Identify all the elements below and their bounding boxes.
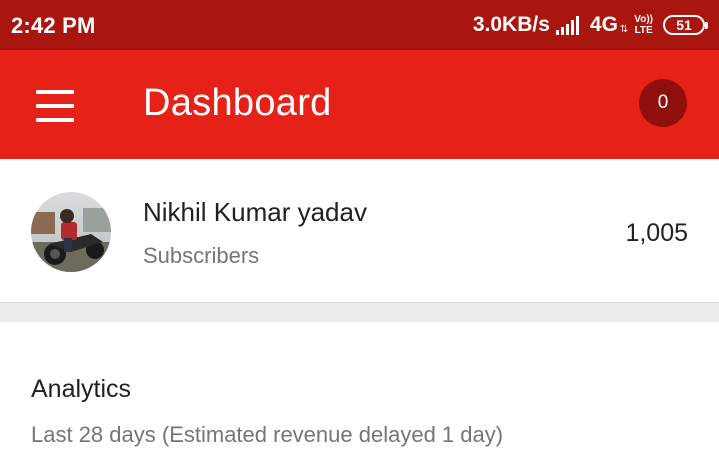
channel-name: Nikhil Kumar yadav xyxy=(143,197,367,227)
volte-icon: Vo)) LTE xyxy=(634,14,653,36)
avatar[interactable] xyxy=(31,192,111,272)
battery-icon: 51 xyxy=(663,15,708,35)
status-time: 2:42 PM xyxy=(11,13,96,38)
subscriber-count: 1,005 xyxy=(625,219,688,247)
app-bar: Dashboard 0 xyxy=(0,50,719,159)
data-activity-icon: ⇅ xyxy=(619,24,629,35)
subscribers-label: Subscribers xyxy=(143,243,260,268)
notification-badge[interactable]: 0 xyxy=(639,79,687,127)
status-bar: 2:42 PM 3.0KB/s 4G ⇅ Vo)) LTE 51 xyxy=(0,0,719,50)
signal-bars-icon xyxy=(555,15,584,35)
network-speed: 3.0KB/s xyxy=(472,13,550,36)
status-indicators: 3.0KB/s 4G ⇅ Vo)) LTE 51 xyxy=(472,11,708,39)
analytics-subtitle: Last 28 days (Estimated revenue delayed … xyxy=(31,422,504,447)
notification-count: 0 xyxy=(657,92,669,113)
analytics-title: Analytics xyxy=(31,375,132,403)
network-type: 4G xyxy=(589,13,618,36)
section-divider xyxy=(0,303,719,322)
volte-bottom: LTE xyxy=(634,25,653,36)
page-title: Dashboard xyxy=(143,82,332,124)
analytics-card[interactable]: Analytics Last 28 days (Estimated revenu… xyxy=(0,322,719,462)
channel-card[interactable]: Nikhil Kumar yadav Subscribers 1,005 xyxy=(0,159,719,303)
volte-top: Vo)) xyxy=(634,14,653,25)
hamburger-menu-icon[interactable] xyxy=(30,86,80,126)
battery-level: 51 xyxy=(676,17,692,33)
